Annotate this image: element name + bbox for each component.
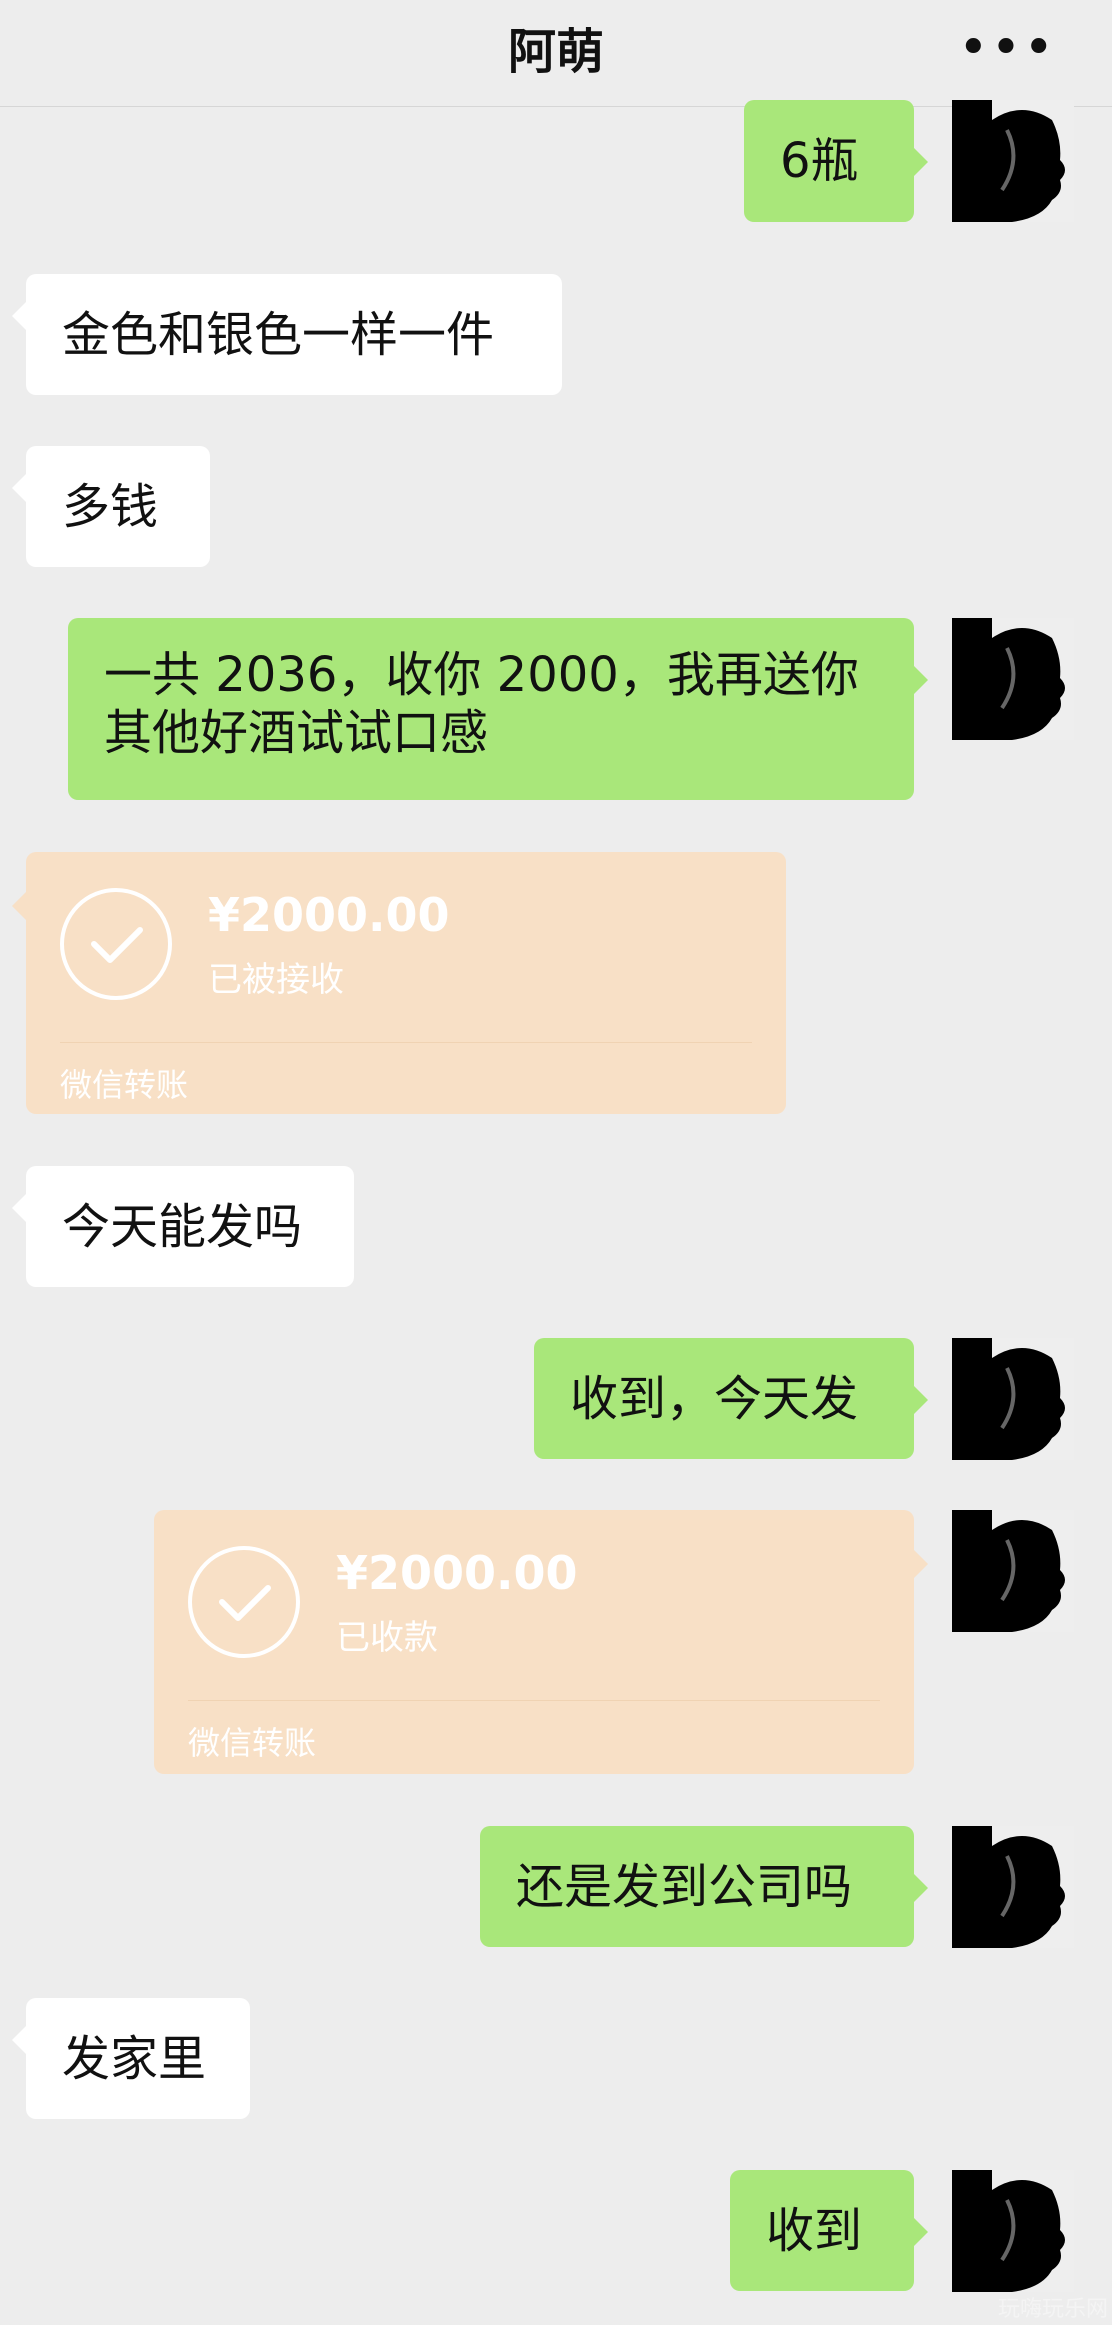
message-bubble-other[interactable]: 多钱 bbox=[12, 446, 210, 567]
transfer-card-accepted[interactable]: ¥2000.00 已收款 微信转账 bbox=[154, 1510, 928, 1774]
check-circle-icon bbox=[60, 888, 172, 1000]
self-avatar[interactable] bbox=[952, 618, 1074, 740]
message-bubble-self[interactable]: 收到 bbox=[730, 2170, 928, 2291]
message-text: 收到 bbox=[766, 2202, 863, 2259]
self-avatar[interactable] bbox=[952, 1826, 1074, 1948]
message-bubble-self[interactable]: 一共 2036，收你 2000，我再送你 其他好酒试试口感 bbox=[68, 618, 928, 800]
avatar-portrait-icon bbox=[952, 100, 1074, 222]
message-bubble-self[interactable]: 收到，今天发 bbox=[534, 1338, 928, 1459]
message-text: 6瓶 bbox=[780, 133, 859, 189]
self-avatar[interactable] bbox=[952, 1510, 1074, 1632]
message-text-line-2: 其他好酒试试口感 bbox=[104, 705, 489, 761]
transfer-amount: ¥2000.00 bbox=[336, 1546, 578, 1600]
avatar-portrait-icon bbox=[952, 2170, 1074, 2292]
self-avatar[interactable] bbox=[952, 100, 1074, 222]
message-text: 收到，今天发 bbox=[570, 1370, 859, 1427]
transfer-status: 已收款 bbox=[336, 1618, 438, 1658]
message-bubble-other[interactable]: 今天能发吗 bbox=[12, 1166, 354, 1287]
check-circle-icon bbox=[188, 1546, 300, 1658]
message-text: 多钱 bbox=[62, 478, 159, 535]
message-text: 还是发到公司吗 bbox=[516, 1858, 853, 1915]
avatar-portrait-icon bbox=[952, 618, 1074, 740]
watermark: 玩嗨玩乐网 bbox=[997, 2297, 1108, 2322]
avatar-portrait-icon bbox=[952, 1826, 1074, 1948]
transfer-status: 已被接收 bbox=[208, 960, 344, 1000]
transfer-amount: ¥2000.00 bbox=[208, 888, 450, 942]
chat-title: 阿萌 bbox=[507, 24, 604, 80]
message-text-line-1: 一共 2036，收你 2000，我再送你 bbox=[104, 647, 859, 703]
self-avatar[interactable] bbox=[952, 2170, 1074, 2292]
transfer-card-received[interactable]: ¥2000.00 已被接收 微信转账 bbox=[12, 852, 786, 1114]
message-text: 今天能发吗 bbox=[62, 1198, 303, 1255]
transfer-footer: 微信转账 bbox=[60, 1066, 189, 1104]
transfer-divider bbox=[188, 1700, 880, 1701]
message-text: 金色和银色一样一件 bbox=[62, 306, 495, 363]
self-avatar[interactable] bbox=[952, 1338, 1074, 1460]
message-bubble-self[interactable]: 6瓶 bbox=[744, 100, 928, 222]
more-dots-icon[interactable]: ••• bbox=[958, 18, 1056, 78]
message-bubble-other[interactable]: 发家里 bbox=[12, 1998, 250, 2119]
avatar-portrait-icon bbox=[952, 1510, 1074, 1632]
message-bubble-other[interactable]: 金色和银色一样一件 bbox=[12, 274, 562, 395]
message-text: 发家里 bbox=[62, 2030, 207, 2087]
message-bubble-self[interactable]: 还是发到公司吗 bbox=[480, 1826, 928, 1947]
chat-header: 阿萌 ••• bbox=[0, 0, 1112, 107]
transfer-divider bbox=[60, 1042, 752, 1043]
avatar-portrait-icon bbox=[952, 1338, 1074, 1460]
transfer-footer: 微信转账 bbox=[188, 1724, 317, 1762]
